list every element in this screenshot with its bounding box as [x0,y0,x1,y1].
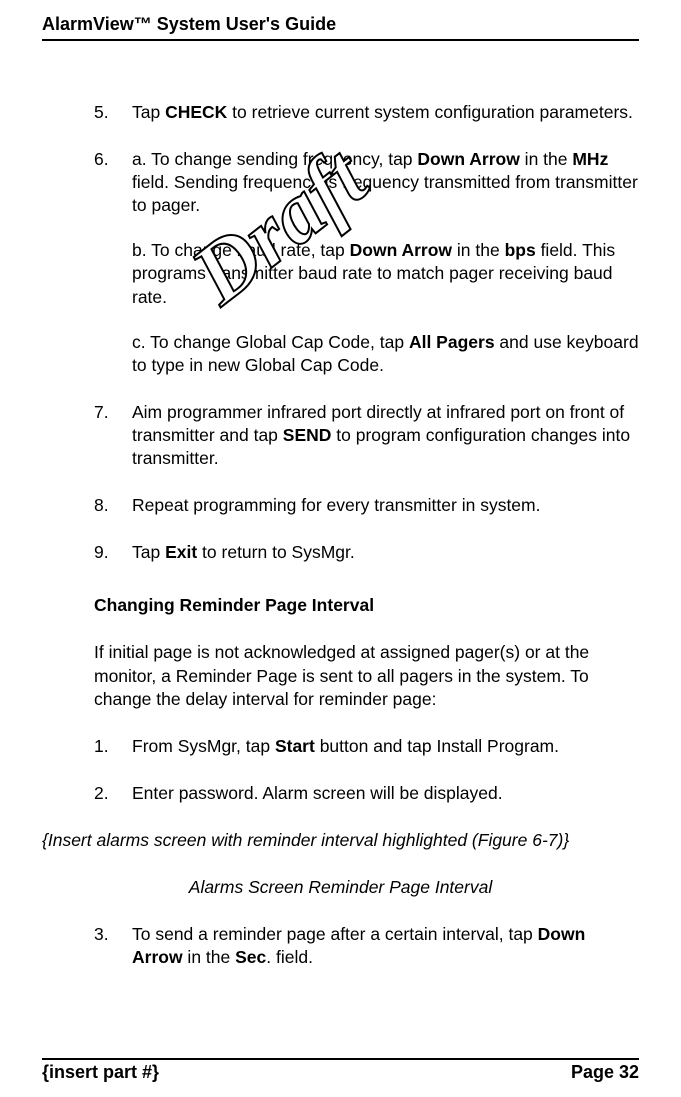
text-run: Down Arrow [350,240,452,260]
list-item-body: To send a reminder page after a certain … [132,923,639,969]
list-item-body: Enter password. Alarm screen will be dis… [132,782,639,805]
list-item-paragraph: Repeat programming for every transmitter… [132,494,639,517]
text-run: bps [505,240,536,260]
list-item-paragraph: Aim programmer infrared port directly at… [132,401,639,470]
list-item: 9.Tap Exit to return to SysMgr. [94,541,639,564]
list-item-paragraph: a. To change sending frequency, tap Down… [132,148,639,217]
list-item-body: Aim programmer infrared port directly at… [132,401,639,470]
list-item-number: 8. [94,494,132,517]
list-item: 1.From SysMgr, tap Start button and tap … [94,735,639,758]
list-item-paragraph: b. To change baud rate, tap Down Arrow i… [132,239,639,308]
text-run: MHz [572,149,608,169]
text-run: field. Sending frequency is frequency tr… [132,172,638,215]
insert-placeholder-note: {Insert alarms screen with reminder inte… [42,829,639,852]
text-run: Sec [235,947,266,967]
text-run: Down Arrow [417,149,519,169]
list-item-body: Repeat programming for every transmitter… [132,494,639,517]
text-run: in the [452,240,505,260]
list-item: 7.Aim programmer infrared port directly … [94,401,639,470]
list-item: 5.Tap CHECK to retrieve current system c… [94,101,639,124]
document-page: AlarmView™ System User's Guide Draft 5.T… [0,0,681,1097]
list-item-number: 9. [94,541,132,564]
list-item-number: 3. [94,923,132,969]
list-item: 8.Repeat programming for every transmitt… [94,494,639,517]
document-title: AlarmView™ System User's Guide [42,14,336,35]
list-item-paragraph: From SysMgr, tap Start button and tap In… [132,735,639,758]
list-item-paragraph: c. To change Global Cap Code, tap All Pa… [132,331,639,377]
figure-caption: Alarms Screen Reminder Page Interval [42,876,639,899]
footer-left-placeholder: {insert part #} [42,1062,159,1083]
text-run: to return to SysMgr. [197,542,355,562]
list-item-paragraph: Tap CHECK to retrieve current system con… [132,101,639,124]
text-run: CHECK [165,102,227,122]
text-run: button and tap Install Program. [315,736,559,756]
text-run: SEND [283,425,332,445]
list-item-body: From SysMgr, tap Start button and tap In… [132,735,639,758]
text-run: a. To change sending frequency, tap [132,149,417,169]
section-heading: Changing Reminder Page Interval [94,594,639,617]
text-run: Exit [165,542,197,562]
page-header: AlarmView™ System User's Guide [42,0,639,35]
text-run: Start [275,736,315,756]
list-item-paragraph: Enter password. Alarm screen will be dis… [132,782,639,805]
list-item-body: Tap Exit to return to SysMgr. [132,541,639,564]
text-run: From SysMgr, tap [132,736,275,756]
footer-page-number: Page 32 [571,1062,639,1083]
text-run: Tap [132,542,165,562]
list-item-paragraph: To send a reminder page after a certain … [132,923,639,969]
text-run: . field. [266,947,313,967]
list-item-number: 6. [94,148,132,377]
list-item-number: 2. [94,782,132,805]
ordered-list-a: 5.Tap CHECK to retrieve current system c… [94,101,639,564]
list-item-paragraph: Tap Exit to return to SysMgr. [132,541,639,564]
list-item: 3.To send a reminder page after a certai… [94,923,639,969]
footer-rule [42,1058,639,1060]
list-item-body: a. To change sending frequency, tap Down… [132,148,639,377]
list-item: 6.a. To change sending frequency, tap Do… [94,148,639,377]
list-item: 2.Enter password. Alarm screen will be d… [94,782,639,805]
text-run: Repeat programming for every transmitter… [132,495,540,515]
list-item-number: 5. [94,101,132,124]
body-content: 5.Tap CHECK to retrieve current system c… [42,41,639,969]
text-run: in the [520,149,573,169]
page-footer: {insert part #} Page 32 [42,1058,639,1083]
text-run: b. To change baud rate, tap [132,240,350,260]
text-run: Enter password. Alarm screen will be dis… [132,783,503,803]
list-item-body: Tap CHECK to retrieve current system con… [132,101,639,124]
text-run: To send a reminder page after a certain … [132,924,538,944]
text-run: c. To change Global Cap Code, tap [132,332,409,352]
text-run: All Pagers [409,332,495,352]
text-run: Tap [132,102,165,122]
list-item-number: 1. [94,735,132,758]
text-run: to retrieve current system configuration… [227,102,633,122]
text-run: in the [183,947,236,967]
list-item-number: 7. [94,401,132,470]
section-intro-paragraph: If initial page is not acknowledged at a… [94,641,639,710]
ordered-list-c: 3.To send a reminder page after a certai… [94,923,639,969]
ordered-list-b: 1.From SysMgr, tap Start button and tap … [94,735,639,805]
